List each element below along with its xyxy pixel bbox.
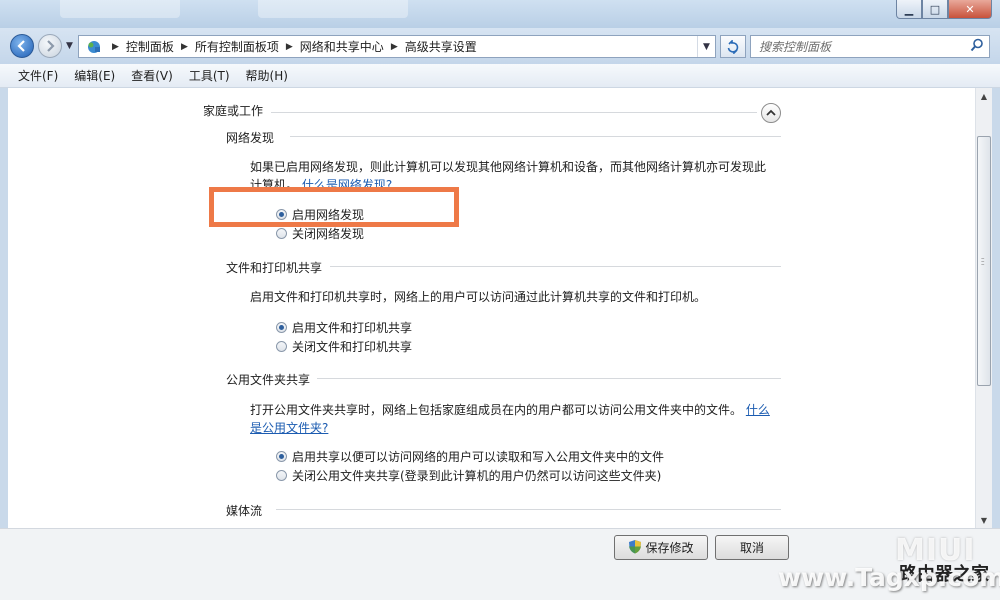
window-controls: ▁ □ ✕ <box>896 0 992 19</box>
settings-content: 家庭或工作 网络发现 如果已启用网络发现，则此计算机可以发现其他网络计算机和设备… <box>8 88 975 528</box>
media-streaming-title: 媒体流 <box>226 504 263 518</box>
printer-sharing-title: 文件和打印机共享 <box>226 261 323 275</box>
control-panel-icon <box>83 39 105 55</box>
recent-pages-dropdown[interactable]: ▼ <box>66 41 73 51</box>
breadcrumb-advanced-sharing[interactable]: 高级共享设置 <box>405 38 477 55</box>
address-dropdown-button[interactable]: ▼ <box>697 36 715 57</box>
background-tab <box>258 0 408 18</box>
public-folder-help-link-continued[interactable]: 是公用文件夹? <box>250 421 328 435</box>
disable-discovery-option[interactable]: 关闭网络发现 <box>276 225 364 242</box>
menu-bar: 文件(F) 编辑(E) 查看(V) 工具(T) 帮助(H) <box>0 64 1000 88</box>
menu-view[interactable]: 查看(V) <box>123 67 181 84</box>
search-box[interactable]: 搜索控制面板 <box>750 35 990 58</box>
highlight-annotation <box>209 187 459 227</box>
radio-button[interactable] <box>276 451 287 462</box>
scroll-up-icon[interactable]: ▲ <box>976 88 992 104</box>
radio-button[interactable] <box>276 228 287 239</box>
radio-button[interactable] <box>276 470 287 481</box>
disable-public-folder-option[interactable]: 关闭公用文件夹共享(登录到此计算机的用户仍然可以访问这些文件夹) <box>276 467 661 484</box>
breadcrumb-separator-icon[interactable]: ▶ <box>181 42 188 52</box>
disable-printer-sharing-option[interactable]: 关闭文件和打印机共享 <box>276 338 412 355</box>
navigation-bar: ▼ ▶ 控制面板 ▶ 所有控制面板项 ▶ 网络和共享中心 ▶ 高级共享设置 ▼ … <box>0 28 1000 64</box>
discovery-title: 网络发现 <box>226 131 275 145</box>
refresh-button[interactable] <box>720 35 746 58</box>
uac-shield-icon <box>628 539 642 557</box>
forward-arrow-icon <box>47 40 55 52</box>
background-tab <box>60 0 180 18</box>
radio-button[interactable] <box>276 341 287 352</box>
vertical-scrollbar[interactable]: ▲ – – – ▼ <box>975 88 992 528</box>
cancel-button[interactable]: 取消 <box>715 535 789 560</box>
scrollbar-thumb[interactable]: – – – <box>977 136 991 386</box>
divider <box>276 509 781 510</box>
menu-edit[interactable]: 编辑(E) <box>66 67 123 84</box>
save-changes-button[interactable]: 保存修改 <box>614 535 708 560</box>
search-placeholder: 搜索控制面板 <box>759 40 832 54</box>
divider <box>290 136 781 137</box>
divider <box>271 112 757 113</box>
maximize-button[interactable]: □ <box>922 0 948 19</box>
back-button[interactable] <box>10 34 34 58</box>
public-folder-description: 打开公用文件夹共享时，网络上包括家庭组成员在内的用户都可以访问公用文件夹中的文件… <box>250 403 770 435</box>
divider <box>317 378 781 379</box>
address-bar[interactable]: ▶ 控制面板 ▶ 所有控制面板项 ▶ 网络和共享中心 ▶ 高级共享设置 ▼ <box>78 35 716 58</box>
breadcrumb: 控制面板 ▶ 所有控制面板项 ▶ 网络和共享中心 ▶ 高级共享设置 <box>126 38 477 55</box>
public-folder-title: 公用文件夹共享 <box>226 373 311 387</box>
menu-tools[interactable]: 工具(T) <box>181 67 238 84</box>
public-folder-help-link[interactable]: 什么 <box>746 403 770 417</box>
refresh-icon <box>727 39 739 54</box>
search-icon[interactable] <box>970 38 984 55</box>
radio-button[interactable] <box>276 322 287 333</box>
profile-title: 家庭或工作 <box>203 104 264 118</box>
breadcrumb-network-center[interactable]: 网络和共享中心 <box>300 38 384 55</box>
scroll-down-icon[interactable]: ▼ <box>976 512 992 528</box>
minimize-button[interactable]: ▁ <box>896 0 922 19</box>
enable-printer-sharing-option[interactable]: 启用文件和打印机共享 <box>276 319 412 336</box>
divider <box>330 266 781 267</box>
enable-public-folder-option[interactable]: 启用共享以便可以访问网络的用户可以读取和写入公用文件夹中的文件 <box>276 448 664 465</box>
chevron-up-icon <box>766 109 776 116</box>
breadcrumb-separator-icon[interactable]: ▶ <box>286 42 293 52</box>
url-watermark: www.Tagxp.com <box>778 563 1000 592</box>
forward-button[interactable] <box>38 34 62 58</box>
back-arrow-icon <box>17 40 25 52</box>
collapse-profile-button[interactable] <box>761 103 781 123</box>
menu-help[interactable]: 帮助(H) <box>238 67 296 84</box>
menu-file[interactable]: 文件(F) <box>10 67 66 84</box>
printer-sharing-description: 启用文件和打印机共享时，网络上的用户可以访问通过此计算机共享的文件和打印机。 <box>250 290 707 304</box>
close-button[interactable]: ✕ <box>948 0 992 19</box>
breadcrumb-all-items[interactable]: 所有控制面板项 <box>195 38 279 55</box>
breadcrumb-separator-icon[interactable]: ▶ <box>391 42 398 52</box>
breadcrumb-control-panel[interactable]: 控制面板 <box>126 38 174 55</box>
title-bar: ▁ □ ✕ <box>0 0 1000 28</box>
